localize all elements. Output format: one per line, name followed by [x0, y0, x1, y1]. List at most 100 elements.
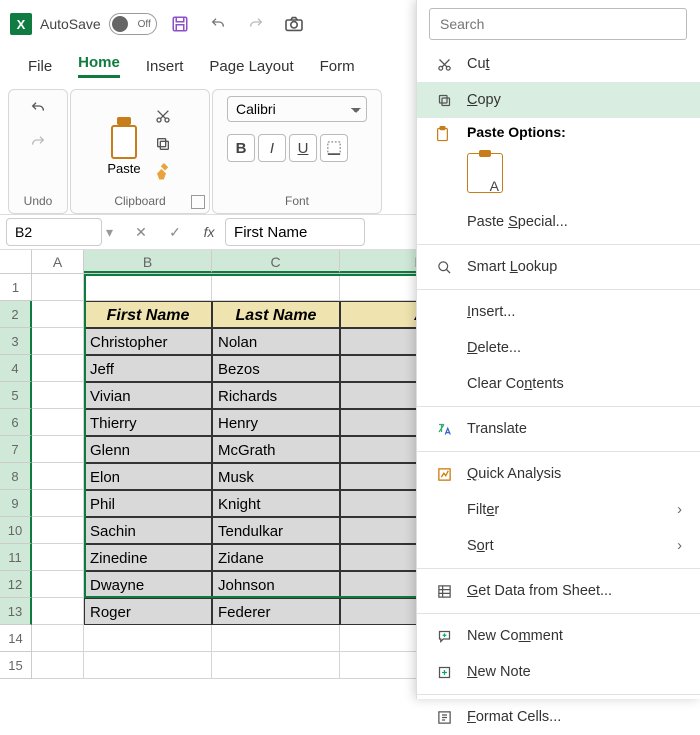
tab-pagelayout[interactable]: Page Layout	[209, 58, 293, 75]
ctx-clear-contents[interactable]: Clear Contents	[417, 366, 700, 402]
redo-icon[interactable]	[241, 9, 271, 39]
ctx-insert[interactable]: Insert...	[417, 294, 700, 330]
cell[interactable]: Elon	[84, 463, 212, 490]
col-header-B[interactable]: B	[84, 250, 212, 273]
cell[interactable]	[32, 328, 84, 355]
font-selector[interactable]	[227, 96, 367, 122]
cell[interactable]: Nolan	[212, 328, 340, 355]
row-header[interactable]: 1	[0, 274, 32, 301]
row-header[interactable]: 2	[0, 301, 32, 328]
paste-button[interactable]: Paste	[104, 111, 144, 176]
cell[interactable]	[84, 625, 212, 652]
underline-button[interactable]: U	[289, 134, 317, 162]
context-search[interactable]	[429, 8, 687, 40]
autosave-toggle[interactable]: Off	[109, 13, 157, 35]
tab-insert[interactable]: Insert	[146, 58, 184, 75]
cell[interactable]	[212, 652, 340, 679]
row-header[interactable]: 11	[0, 544, 32, 571]
cell[interactable]: Knight	[212, 490, 340, 517]
tab-formulas[interactable]: Form	[320, 58, 355, 75]
save-icon[interactable]	[165, 9, 195, 39]
clipboard-dialog-launcher[interactable]	[191, 195, 205, 209]
cell[interactable]: Musk	[212, 463, 340, 490]
row-header[interactable]: 13	[0, 598, 32, 625]
cell[interactable]	[32, 382, 84, 409]
ctx-get-data[interactable]: Get Data from Sheet...	[417, 573, 700, 609]
ctx-delete[interactable]: Delete...	[417, 330, 700, 366]
cell[interactable]	[84, 274, 212, 301]
fx-icon[interactable]: fx	[197, 220, 221, 244]
row-header[interactable]: 4	[0, 355, 32, 382]
ctx-paste-special[interactable]: Paste Special...	[417, 204, 700, 240]
cell[interactable]: Phil	[84, 490, 212, 517]
select-all-corner[interactable]	[0, 250, 32, 273]
formula-input[interactable]	[225, 218, 365, 246]
cell[interactable]	[32, 571, 84, 598]
cell[interactable]	[32, 598, 84, 625]
format-painter-button[interactable]	[150, 160, 176, 184]
ctx-new-comment[interactable]: New Comment	[417, 618, 700, 654]
cell[interactable]: Johnson	[212, 571, 340, 598]
ctx-quick-analysis[interactable]: Quick Analysis	[417, 456, 700, 492]
cell[interactable]: Dwayne	[84, 571, 212, 598]
cell[interactable]	[32, 436, 84, 463]
cell[interactable]: Vivian	[84, 382, 212, 409]
cell[interactable]	[32, 490, 84, 517]
camera-icon[interactable]	[279, 9, 309, 39]
border-button[interactable]	[320, 134, 348, 162]
col-header-A[interactable]: A	[32, 250, 84, 273]
row-header[interactable]: 15	[0, 652, 32, 679]
row-header[interactable]: 8	[0, 463, 32, 490]
col-header-C[interactable]: C	[212, 250, 340, 273]
row-header[interactable]: 14	[0, 625, 32, 652]
paste-option-default[interactable]	[467, 153, 503, 193]
copy-button[interactable]	[150, 132, 176, 156]
cell[interactable]: Last Name	[212, 301, 340, 328]
tab-home[interactable]: Home	[78, 54, 120, 78]
row-header[interactable]: 7	[0, 436, 32, 463]
ctx-copy[interactable]: Copy	[417, 82, 700, 118]
cell[interactable]	[32, 544, 84, 571]
cell[interactable]: Glenn	[84, 436, 212, 463]
cell[interactable]	[32, 463, 84, 490]
ctx-sort[interactable]: Sort›	[417, 528, 700, 564]
cancel-formula-icon[interactable]: ✕	[129, 220, 153, 244]
cell[interactable]	[32, 355, 84, 382]
cell[interactable]	[32, 274, 84, 301]
italic-button[interactable]: I	[258, 134, 286, 162]
cell[interactable]	[212, 625, 340, 652]
row-header[interactable]: 10	[0, 517, 32, 544]
cell[interactable]: Jeff	[84, 355, 212, 382]
cell[interactable]	[32, 517, 84, 544]
ctx-filter[interactable]: Filter›	[417, 492, 700, 528]
ctx-translate[interactable]: Translate	[417, 411, 700, 447]
cell[interactable]: Federer	[212, 598, 340, 625]
ctx-cut[interactable]: Cut	[417, 46, 700, 82]
accept-formula-icon[interactable]: ✓	[163, 220, 187, 244]
cell[interactable]: McGrath	[212, 436, 340, 463]
row-header[interactable]: 5	[0, 382, 32, 409]
cut-button[interactable]	[150, 104, 176, 128]
cell[interactable]: First Name	[84, 301, 212, 328]
row-header[interactable]: 12	[0, 571, 32, 598]
name-box[interactable]	[6, 218, 102, 246]
tab-file[interactable]: File	[28, 58, 52, 75]
cell[interactable]: Christopher	[84, 328, 212, 355]
row-header[interactable]: 3	[0, 328, 32, 355]
cell[interactable]	[32, 409, 84, 436]
cell[interactable]	[32, 625, 84, 652]
cell[interactable]	[212, 274, 340, 301]
cell[interactable]: Tendulkar	[212, 517, 340, 544]
cell[interactable]: Richards	[212, 382, 340, 409]
undo-icon[interactable]	[203, 9, 233, 39]
cell[interactable]: Zidane	[212, 544, 340, 571]
row-header[interactable]: 6	[0, 409, 32, 436]
cell[interactable]	[32, 652, 84, 679]
row-header[interactable]: 9	[0, 490, 32, 517]
cell[interactable]: Thierry	[84, 409, 212, 436]
cell[interactable]: Bezos	[212, 355, 340, 382]
cell[interactable]	[84, 652, 212, 679]
cell[interactable]: Henry	[212, 409, 340, 436]
cell[interactable]: Roger	[84, 598, 212, 625]
undo-button[interactable]	[25, 96, 51, 120]
